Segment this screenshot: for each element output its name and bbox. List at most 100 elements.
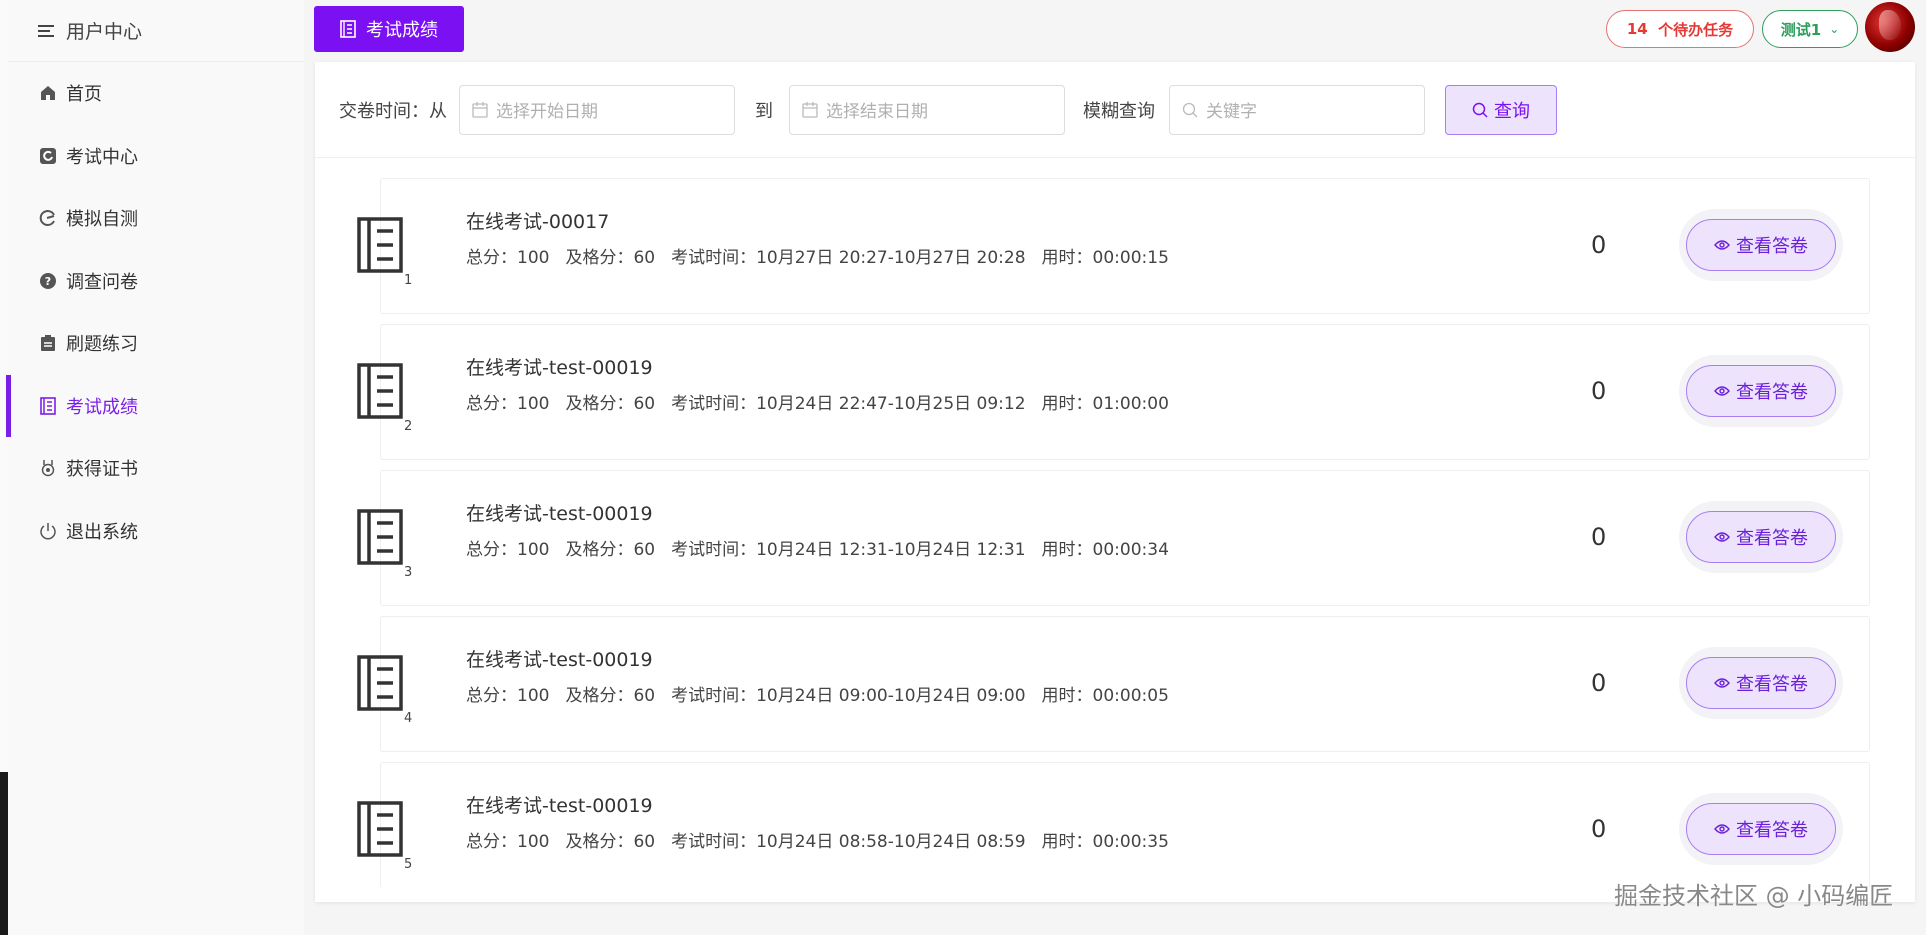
home-icon: [38, 83, 58, 103]
sidebar-item-logout[interactable]: 退出系统: [8, 500, 304, 563]
record-index: 4: [404, 711, 413, 726]
time-used: 用时：00:00:05: [1041, 686, 1169, 706]
record-index: 5: [404, 857, 413, 872]
exam-time: 考试时间：10月24日 09:00-10月24日 09:00: [671, 686, 1026, 706]
self-test-icon: [38, 208, 58, 228]
total-score: 总分：100: [466, 540, 550, 560]
view-answer-button[interactable]: 查看答卷: [1686, 511, 1836, 563]
exam-title: 在线考试-00017: [466, 211, 610, 233]
obtained-score: 0: [1591, 231, 1607, 259]
calendar-icon: [472, 101, 488, 118]
obtained-score: 0: [1591, 815, 1607, 843]
menu-icon[interactable]: [38, 22, 54, 40]
obtained-score: 0: [1591, 669, 1607, 697]
tasks-count: 14: [1626, 20, 1648, 38]
total-score: 总分：100: [466, 832, 550, 852]
sidebar-item-label: 考试中心: [66, 146, 138, 168]
tasks-label: 个待办任务: [1658, 20, 1734, 39]
exam-center-icon: [38, 146, 58, 166]
eye-icon: [1714, 532, 1730, 542]
eye-icon: [1714, 678, 1730, 688]
view-answer-button[interactable]: 查看答卷: [1686, 803, 1836, 855]
sidebar-header[interactable]: 用户中心: [8, 0, 304, 62]
document-icon: [357, 217, 403, 273]
exam-title: 在线考试-test-00019: [466, 795, 653, 817]
tab-label: 考试成绩: [366, 20, 438, 41]
view-button-wrap: 查看答卷: [1679, 355, 1843, 427]
to-label: 到: [755, 100, 773, 122]
search-icon: [1472, 102, 1488, 118]
top-bar: 考试成绩 14 个待办任务 测试1 ⌄: [304, 0, 1926, 60]
eye-icon: [1714, 240, 1730, 250]
avatar[interactable]: [1865, 2, 1915, 52]
view-answer-button[interactable]: 查看答卷: [1686, 365, 1836, 417]
power-icon: [38, 521, 58, 541]
pass-score: 及格分：60: [565, 832, 656, 852]
time-used: 用时：00:00:15: [1041, 248, 1169, 268]
search-icon: [1182, 102, 1198, 117]
list-item: 4 在线考试-test-00019 总分：100 及格分：60 考试时间：10月24…: [357, 616, 1870, 752]
user-name: 测试1: [1780, 20, 1822, 39]
exam-time: 考试时间：10月27日 20:27-10月27日 20:28: [671, 248, 1026, 268]
document-icon: [357, 801, 403, 857]
list-item: 1 在线考试-00017 总分：100 及格分：60 考试时间：10月27日 20:…: [357, 178, 1870, 314]
exam-meta: 总分：100 及格分：60 考试时间：10月24日 22:47-10月25日 09:…: [466, 389, 1185, 414]
watermark: 掘金技术社区 @ 小码编匠: [1614, 882, 1894, 910]
start-date-input[interactable]: 选择开始日期: [459, 84, 735, 135]
sidebar-item-label: 调查问卷: [66, 271, 138, 293]
view-answer-button[interactable]: 查看答卷: [1686, 657, 1836, 709]
obtained-score: 0: [1591, 377, 1607, 405]
eye-icon: [1714, 386, 1730, 396]
sidebar-item-practice[interactable]: 刷题练习: [8, 312, 304, 375]
pass-score: 及格分：60: [565, 394, 656, 414]
sidebar-item-home[interactable]: 首页: [8, 62, 304, 125]
time-used: 用时：01:00:00: [1041, 394, 1169, 414]
sidebar-item-exam-center[interactable]: 考试中心: [8, 125, 304, 188]
sidebar-item-label: 考试成绩: [66, 396, 138, 418]
submit-time-label: 交卷时间：从: [339, 100, 447, 122]
sidebar-item-scores[interactable]: 考试成绩: [6, 374, 304, 438]
sidebar-item-certificate[interactable]: 获得证书: [8, 437, 304, 500]
record-index: 1: [404, 273, 413, 288]
exam-meta: 总分：100 及格分：60 考试时间：10月24日 08:58-10月24日 08:…: [466, 827, 1185, 852]
pending-tasks-badge[interactable]: 14 个待办任务: [1606, 10, 1754, 48]
calendar-icon: [802, 101, 818, 118]
chevron-down-icon: ⌄: [1829, 22, 1840, 36]
eye-icon: [1714, 824, 1730, 834]
sidebar-item-self-test[interactable]: 模拟自测: [8, 187, 304, 250]
total-score: 总分：100: [466, 394, 550, 414]
total-score: 总分：100: [466, 248, 550, 268]
clipboard-icon: [38, 333, 58, 353]
view-answer-label: 查看答卷: [1736, 820, 1808, 841]
filter-bar: 交卷时间：从 选择开始日期 到 选择结束日期 模糊查询 关键字 查询: [315, 62, 1915, 158]
exam-time: 考试时间：10月24日 12:31-10月24日 12:31: [671, 540, 1026, 560]
sidebar-item-label: 获得证书: [66, 459, 138, 481]
exam-time: 考试时间：10月24日 08:58-10月24日 08:59: [671, 832, 1026, 852]
list-item: 3 在线考试-test-00019 总分：100 及格分：60 考试时间：10月24…: [357, 470, 1870, 606]
keyword-input[interactable]: 关键字: [1169, 84, 1425, 135]
tab-exam-scores[interactable]: 考试成绩: [314, 6, 464, 52]
user-dropdown[interactable]: 测试1 ⌄: [1762, 10, 1858, 48]
end-date-input[interactable]: 选择结束日期: [789, 84, 1065, 135]
end-date-placeholder: 选择结束日期: [826, 102, 928, 122]
document-icon: [357, 363, 403, 419]
score-icon: [340, 20, 356, 38]
total-score: 总分：100: [466, 686, 550, 706]
time-used: 用时：00:00:35: [1041, 832, 1169, 852]
sidebar-item-survey[interactable]: ? 调查问卷: [8, 250, 304, 313]
medal-icon: [38, 458, 58, 478]
sidebar-item-label: 退出系统: [66, 521, 138, 543]
search-button-label: 查询: [1494, 100, 1530, 122]
exam-meta: 总分：100 及格分：60 考试时间：10月24日 09:00-10月24日 09:…: [466, 681, 1185, 706]
exam-meta: 总分：100 及格分：60 考试时间：10月24日 12:31-10月24日 12:…: [466, 535, 1185, 560]
sidebar-item-label: 模拟自测: [66, 209, 138, 231]
view-answer-label: 查看答卷: [1736, 674, 1808, 695]
search-button[interactable]: 查询: [1445, 84, 1557, 135]
view-answer-button[interactable]: 查看答卷: [1686, 219, 1836, 271]
sidebar-item-label: 刷题练习: [66, 334, 138, 356]
document-icon: [357, 655, 403, 711]
exam-time: 考试时间：10月24日 22:47-10月25日 09:12: [671, 394, 1026, 414]
sidebar: 用户中心 首页 考试中心 模拟自测 ? 调查问卷 刷题练习 考试成绩 获得证书 …: [6, 0, 304, 935]
exam-meta: 总分：100 及格分：60 考试时间：10月27日 20:27-10月27日 20:…: [466, 243, 1185, 268]
start-date-placeholder: 选择开始日期: [496, 102, 598, 122]
